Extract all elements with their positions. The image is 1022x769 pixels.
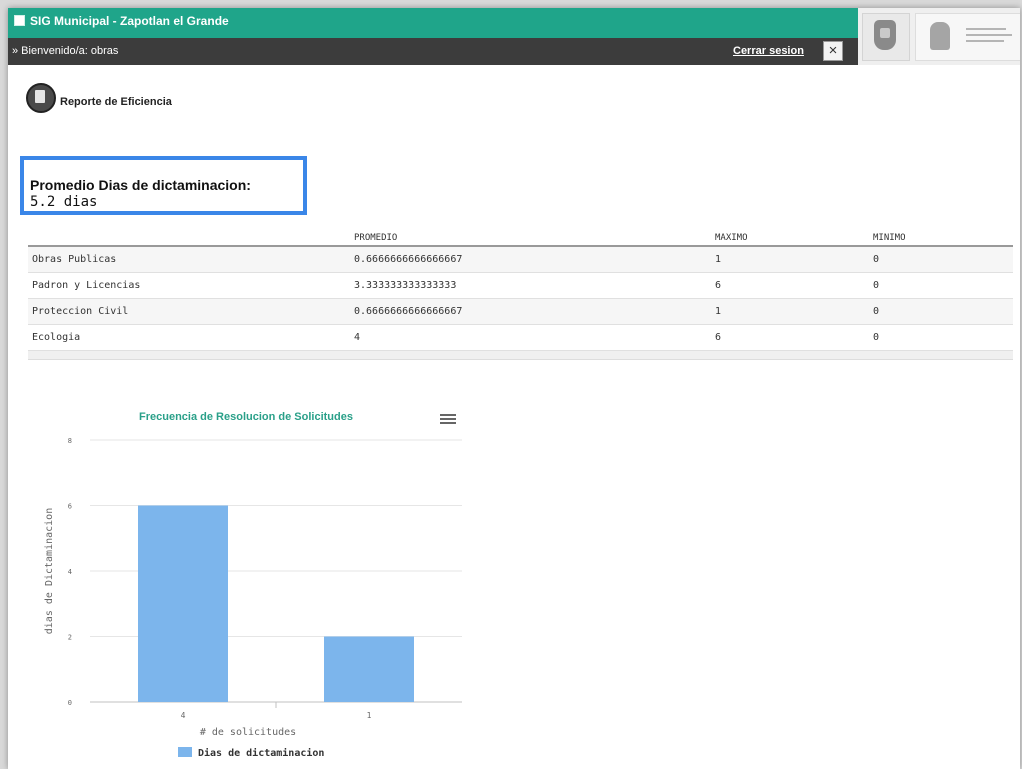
cell-department: Obras Publicas — [28, 246, 350, 273]
average-label: Promedio Dias de dictaminacion: — [30, 177, 251, 193]
user-bar: » Bienvenido/a: obras Cerrar sesion × — [8, 38, 858, 65]
legend-label: Dias de dictaminacion — [198, 747, 324, 759]
chart-svg: Frecuencia de Resolucion de Solicitudes 0… — [44, 411, 462, 759]
app-title-text: SIG Municipal - Zapotlan el Grande — [30, 14, 229, 28]
report-icon — [26, 83, 56, 113]
column-header-maximo: MAXIMO — [711, 230, 869, 247]
cell-maximo: 1 — [711, 246, 869, 273]
cell-maximo: 6 — [711, 272, 869, 299]
logout-link[interactable]: Cerrar sesion — [733, 45, 804, 57]
x-axis-label: # de solicitudes — [200, 727, 296, 738]
table-header-row: PROMEDIO MAXIMO MINIMO — [28, 230, 1013, 247]
table-footer-row — [28, 350, 1013, 360]
chart-title: Frecuencia de Resolucion de Solicitudes — [139, 411, 353, 423]
municipal-crest-logo — [862, 13, 910, 61]
resolution-frequency-chart: Frecuencia de Resolucion de Solicitudes 0… — [28, 390, 478, 769]
y-tick-label: 6 — [68, 503, 72, 511]
y-tick-label: 0 — [68, 699, 72, 707]
app-title: SIG Municipal - Zapotlan el Grande — [14, 14, 229, 28]
top-bar: SIG Municipal - Zapotlan el Grande — [8, 8, 858, 38]
x-tick-label: 1 — [367, 711, 372, 720]
efficiency-table: PROMEDIO MAXIMO MINIMO Obras Publicas 0.… — [28, 230, 1013, 360]
column-header — [28, 230, 350, 247]
legend-swatch — [178, 747, 192, 757]
cell-maximo: 1 — [711, 298, 869, 325]
cell-promedio: 4 — [350, 324, 711, 351]
government-logo — [915, 13, 1020, 61]
welcome-text: » Bienvenido/a: obras — [12, 45, 119, 57]
cell-department: Padron y Licencias — [28, 272, 350, 299]
x-tick-label: 4 — [181, 711, 186, 720]
y-tick-label: 8 — [68, 437, 72, 445]
cell-department: Proteccion Civil — [28, 298, 350, 325]
table-row: Obras Publicas 0.6666666666666667 1 0 — [28, 246, 1013, 273]
chart-bar — [324, 636, 414, 702]
y-tick-label: 2 — [68, 634, 72, 642]
app-logo-icon — [14, 15, 25, 26]
y-axis-label: dias de Dictaminacion — [44, 508, 55, 634]
cell-department: Ecologia — [28, 324, 350, 351]
average-summary-box: Promedio Dias de dictaminacion: 5.2 dias — [20, 156, 307, 215]
y-tick-label: 4 — [68, 568, 72, 576]
column-header-minimo: MINIMO — [869, 230, 1013, 247]
cell-minimo: 0 — [869, 246, 1013, 273]
column-header-promedio: PROMEDIO — [350, 230, 711, 247]
cell-minimo: 0 — [869, 298, 1013, 325]
cell-promedio: 0.6666666666666667 — [350, 298, 711, 325]
logo-area — [858, 8, 1020, 65]
report-title: Reporte de Eficiencia — [60, 96, 172, 108]
average-value: 5.2 dias — [30, 194, 98, 210]
hamburger-menu-icon[interactable] — [440, 412, 456, 426]
cell-minimo: 0 — [869, 272, 1013, 299]
close-icon[interactable]: × — [823, 41, 843, 61]
table-row: Padron y Licencias 3.333333333333333 6 0 — [28, 272, 1013, 299]
chart-bar — [138, 505, 228, 702]
cell-minimo: 0 — [869, 324, 1013, 351]
table-row: Ecologia 4 6 0 — [28, 324, 1013, 351]
table-row: Proteccion Civil 0.6666666666666667 1 0 — [28, 298, 1013, 325]
cell-maximo: 6 — [711, 324, 869, 351]
cell-promedio: 3.333333333333333 — [350, 272, 711, 299]
app-window: SIG Municipal - Zapotlan el Grande » Bie… — [8, 8, 1020, 769]
cell-promedio: 0.6666666666666667 — [350, 246, 711, 273]
